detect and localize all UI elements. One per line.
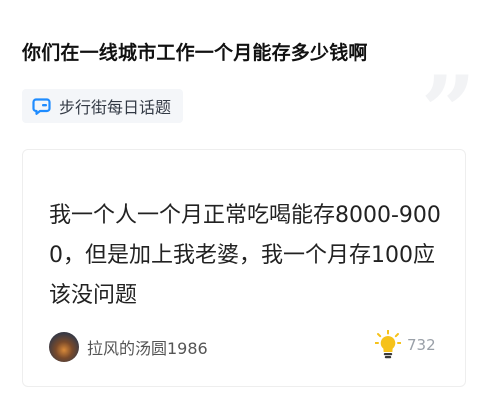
quote-mark-icon: ” — [420, 55, 476, 168]
topic-tag[interactable]: 步行街每日话题 — [22, 89, 184, 123]
like-count: 732 — [407, 336, 436, 354]
reply-card[interactable]: 我一个人一个月正常吃喝能存8000-9000，但是加上我老婆，我一个月存100应… — [22, 149, 466, 387]
avatar[interactable] — [49, 332, 79, 362]
reply-text: 我一个人一个月正常吃喝能存8000-9000，但是加上我老婆，我一个月存100应… — [49, 203, 441, 308]
lightbulb-icon[interactable] — [374, 329, 402, 360]
topic-tag-label: 步行街每日话题 — [59, 98, 172, 117]
topic-title[interactable]: 你们在一线城市工作一个月能存多少钱啊 — [22, 38, 368, 65]
author-name[interactable]: 拉风的汤圆1986 — [87, 335, 208, 359]
message-bubble-icon — [32, 97, 51, 116]
